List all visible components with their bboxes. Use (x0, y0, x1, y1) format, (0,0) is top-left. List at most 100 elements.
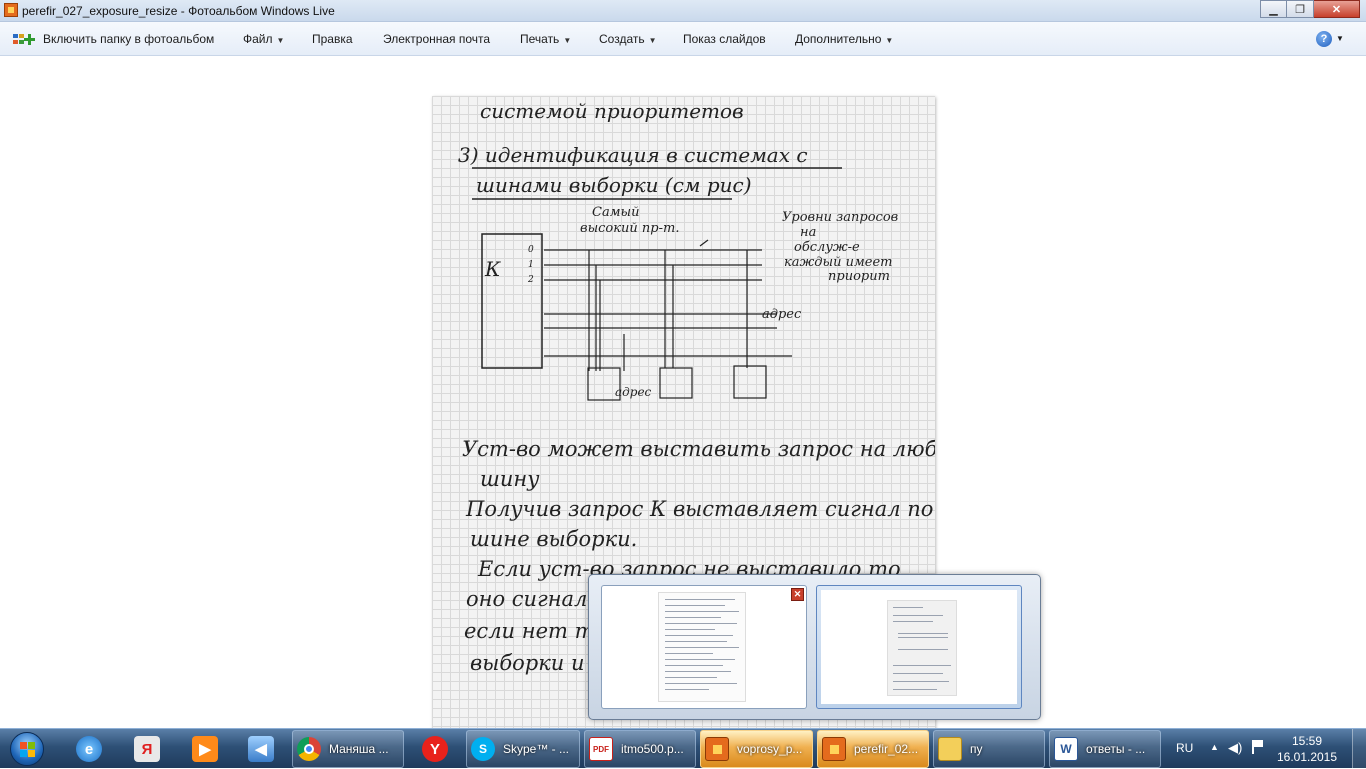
clock-time: 15:59 (1291, 734, 1323, 748)
hw-label: Самый (592, 205, 639, 220)
yandex-pinned[interactable]: Я (120, 731, 174, 767)
word-icon: W (1054, 737, 1078, 761)
chrome-icon (297, 737, 321, 761)
hw-line: шине выборки. (470, 527, 637, 551)
taskbar: e Я ▶ ◀ Маняша ... Y S Skype™ - ... PDF … (0, 728, 1366, 769)
pdf-icon: PDF (589, 737, 613, 761)
yandex-browser-pinned[interactable]: Y (408, 731, 462, 767)
chevron-down-icon: ▼ (648, 36, 657, 45)
internet-explorer-icon: e (76, 736, 102, 762)
menu-print-label: Печать (520, 32, 560, 46)
hw-line: если нет т (464, 619, 595, 643)
window-title: perefir_027_exposure_resize - Фотоальбом… (22, 4, 335, 18)
task-skype[interactable]: S Skype™ - ... (466, 730, 580, 768)
task-label: Skype™ - ... (503, 742, 570, 756)
title-bar: perefir_027_exposure_resize - Фотоальбом… (0, 0, 1366, 22)
minimize-button[interactable]: ▁ (1260, 0, 1287, 18)
thumbnail-document-page (658, 592, 746, 702)
task-label: perefir_02... (854, 742, 919, 756)
menu-file[interactable]: Файл ▼ (243, 32, 284, 46)
hw-label: приорит (828, 269, 890, 284)
thumbnail-vopros[interactable]: ✕ (601, 585, 807, 709)
speaker-icon: ◀ (248, 736, 274, 762)
hw-label: адрес (762, 307, 802, 322)
yandex-browser-icon: Y (422, 736, 448, 762)
internet-explorer-pinned[interactable]: e (62, 731, 116, 767)
menu-more-label: Дополнительно (795, 32, 882, 46)
task-perefir[interactable]: perefir_02... (817, 730, 929, 768)
menu-more[interactable]: Дополнительно ▼ (795, 32, 893, 46)
task-pdf[interactable]: PDF itmo500.p... (584, 730, 696, 768)
hw-label: высокий пр-т. (580, 221, 679, 236)
thumbnail-content (821, 590, 1017, 704)
hw-line: оно сигнал (466, 587, 587, 611)
add-folder-icon[interactable] (12, 31, 36, 47)
hw-label: адрес (615, 385, 652, 399)
photo-gallery-icon (705, 737, 729, 761)
volume-icon[interactable]: ◀) (1228, 740, 1242, 756)
menu-add-folder[interactable]: Включить папку в фотоальбом (43, 32, 214, 46)
task-word[interactable]: W ответы - ... (1049, 730, 1161, 768)
task-chrome[interactable]: Маняша ... (292, 730, 404, 768)
maximize-button[interactable]: ❐ (1287, 0, 1314, 18)
window-controls: ▁ ❐ ✕ (1260, 0, 1360, 18)
hw-bus-index: 2 (527, 275, 534, 285)
hw-label: Уровни запросов (782, 210, 898, 225)
chevron-down-icon: ▼ (563, 36, 572, 45)
menu-slideshow[interactable]: Показ слайдов (683, 32, 766, 46)
menu-print[interactable]: Печать ▼ (520, 32, 571, 46)
media-player-icon: ▶ (192, 736, 218, 762)
task-label: Маняша ... (329, 742, 389, 756)
hw-line: 3) идентификация в системах с (458, 143, 808, 167)
task-label: voprosy_p... (737, 742, 803, 756)
skype-icon: S (471, 737, 495, 761)
menu-file-label: Файл (243, 32, 273, 46)
tray-expand-icon[interactable]: ▲ (1210, 742, 1219, 752)
menu-email[interactable]: Электронная почта (383, 32, 490, 46)
hw-controller-label: К (484, 257, 501, 281)
taskbar-thumbnail-popup: ✕ (588, 574, 1041, 720)
chevron-down-icon: ▼ (885, 36, 894, 45)
system-tray: RU ▲ ◀) 15:59 16.01.2015 (1168, 729, 1366, 769)
clock[interactable]: 15:59 16.01.2015 (1272, 733, 1342, 765)
help-icon[interactable]: ? (1316, 31, 1332, 47)
thumbnail-close-icon[interactable]: ✕ (791, 588, 804, 601)
hw-bus-index: 1 (528, 260, 534, 270)
hw-bus-index: 0 (528, 245, 534, 255)
task-label: ответы - ... (1086, 742, 1146, 756)
menu-bar: Включить папку в фотоальбом Файл ▼ Правка… (0, 22, 1366, 56)
yandex-icon: Я (134, 736, 160, 762)
close-button[interactable]: ✕ (1314, 0, 1360, 18)
thumbnail-perefir[interactable] (816, 585, 1022, 709)
action-center-flag-icon[interactable] (1252, 740, 1264, 754)
photo-gallery-app-icon (4, 3, 18, 17)
chevron-down-icon: ▼ (276, 36, 285, 45)
help-chevron-down-icon[interactable]: ▼ (1336, 34, 1344, 43)
thumbnail-photo-page (887, 600, 957, 696)
task-vopros[interactable]: voprosy_p... (700, 730, 813, 768)
task-label: itmo500.p... (621, 742, 684, 756)
hw-line: шину (480, 467, 540, 491)
task-folder[interactable]: пу (933, 730, 1045, 768)
photo-gallery-icon (822, 737, 846, 761)
hw-label: каждый имеет (784, 255, 893, 270)
media-player-pinned[interactable]: ▶ (178, 731, 232, 767)
sound-app-pinned[interactable]: ◀ (234, 731, 288, 767)
hw-line: Уст-во может выставить запрос на любую (462, 437, 935, 461)
menu-create[interactable]: Создать ▼ (599, 32, 657, 46)
folder-icon (938, 737, 962, 761)
hw-line: системой приоритетов (480, 99, 744, 123)
start-button[interactable] (4, 730, 50, 768)
task-label: пу (970, 742, 983, 756)
hw-line: выборки и (470, 651, 585, 675)
hw-label: обслуж-е (794, 240, 860, 255)
language-indicator[interactable]: RU (1176, 741, 1193, 755)
show-desktop-button[interactable] (1352, 729, 1366, 769)
clock-date: 16.01.2015 (1276, 750, 1338, 764)
menu-edit[interactable]: Правка (312, 32, 353, 46)
hw-label: на (800, 225, 816, 240)
hw-line: шинами выборки (см рис) (476, 173, 752, 197)
hw-line: Получив запрос К выставляет сигнал по (465, 497, 933, 521)
menu-create-label: Создать (599, 32, 645, 46)
thumbnail-content (606, 590, 802, 704)
